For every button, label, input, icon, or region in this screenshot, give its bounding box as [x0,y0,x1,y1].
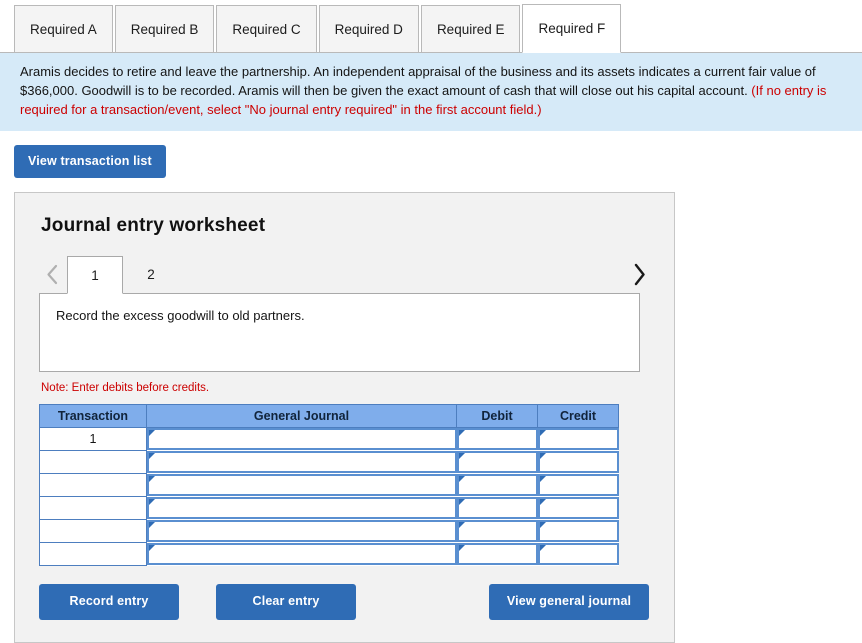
column-header-general-journal: General Journal [146,404,457,429]
cell-transaction [39,496,147,521]
tab-required-e[interactable]: Required E [420,5,521,53]
cell-general-journal-container [146,542,457,566]
credit-input[interactable] [537,474,619,497]
view-transaction-list-button[interactable]: View transaction list [14,144,166,179]
tab-label: Required F [538,21,606,36]
cell-transaction [39,473,147,498]
debit-input[interactable] [456,428,538,451]
record-entry-button[interactable]: Record entry [39,584,179,620]
general-journal-input[interactable] [147,497,457,520]
cell-general-journal-container [146,519,457,543]
debit-input[interactable] [456,497,538,520]
debit-input[interactable] [456,520,538,543]
debits-before-credits-note: Note: Enter debits before credits. [41,382,210,395]
credit-input[interactable] [537,543,619,566]
tab-required-a[interactable]: Required A [14,5,113,53]
general-journal-input[interactable] [147,451,457,474]
cell-general-journal-container [146,427,457,451]
tab-required-c[interactable]: Required C [216,5,317,53]
tab-required-b[interactable]: Required B [114,5,215,53]
table-header-row: Transaction General Journal Debit Credit [39,404,619,429]
table-row [39,473,619,498]
table-row [39,519,619,544]
tab-required-f[interactable]: Required F [522,4,622,53]
worksheet-title: Journal entry worksheet [41,215,266,237]
cell-general-journal-container [146,450,457,474]
general-journal-input[interactable] [147,428,457,451]
journal-entry-worksheet-panel: Journal entry worksheet 12 Record the ex… [14,192,675,643]
view-transaction-list-row: View transaction list [0,131,862,179]
cell-transaction [39,542,147,567]
worksheet-page-tab-1[interactable]: 1 [67,256,123,295]
cell-credit-container [537,542,619,566]
cell-credit-container [537,450,619,474]
worksheet-page-tab-label: 1 [91,267,99,283]
worksheet-pager: 12 [39,255,652,295]
cell-debit-container [456,427,538,451]
instructions-text: Aramis decides to retire and leave the p… [20,64,816,99]
worksheet-page-tab-label: 2 [147,267,155,283]
debit-input[interactable] [456,543,538,566]
cell-transaction: 1 [39,427,147,452]
column-header-debit: Debit [456,404,538,429]
cell-transaction [39,450,147,475]
column-header-credit: Credit [537,404,619,429]
cell-credit-container [537,496,619,520]
worksheet-page-tabs: 12 [67,256,179,295]
cell-debit-container [456,519,538,543]
cell-general-journal-container [146,496,457,520]
credit-input[interactable] [537,520,619,543]
cell-debit-container [456,542,538,566]
general-journal-input[interactable] [147,474,457,497]
cell-credit-container [537,519,619,543]
cell-credit-container [537,427,619,451]
table-row [39,542,619,567]
required-tab-bar: Required A Required B Required C Required D… [0,0,862,53]
tab-label: Required B [130,21,199,37]
cell-debit-container [456,473,538,497]
general-journal-input[interactable] [147,520,457,543]
entry-description-text: Record the excess goodwill to old partne… [56,308,305,324]
tab-label: Required D [334,21,403,37]
tab-label: Required A [30,21,97,37]
worksheet-button-row: Record entry Clear entry View general jo… [39,584,649,620]
cell-general-journal-container [146,473,457,497]
instructions-panel: Aramis decides to retire and leave the p… [0,53,862,131]
credit-input[interactable] [537,497,619,520]
cell-credit-container [537,473,619,497]
column-header-transaction: Transaction [39,404,147,429]
cell-debit-container [456,496,538,520]
view-general-journal-button[interactable]: View general journal [489,584,649,620]
cell-transaction [39,519,147,544]
table-row [39,450,619,475]
tab-label: Required C [232,21,301,37]
cell-debit-container [456,450,538,474]
tab-required-d[interactable]: Required D [318,5,419,53]
chevron-left-icon[interactable] [39,255,65,293]
table-row: 1 [39,427,619,452]
chevron-right-icon[interactable] [626,255,652,293]
entry-description-box: Record the excess goodwill to old partne… [39,293,640,373]
table-row [39,496,619,521]
credit-input[interactable] [537,451,619,474]
journal-entry-table: Transaction General Journal Debit Credit… [39,404,619,567]
tab-label: Required E [436,21,505,37]
debit-input[interactable] [456,474,538,497]
clear-entry-button[interactable]: Clear entry [216,584,356,620]
credit-input[interactable] [537,428,619,451]
debit-input[interactable] [456,451,538,474]
general-journal-input[interactable] [147,543,457,566]
worksheet-page-tab-2[interactable]: 2 [123,256,179,293]
